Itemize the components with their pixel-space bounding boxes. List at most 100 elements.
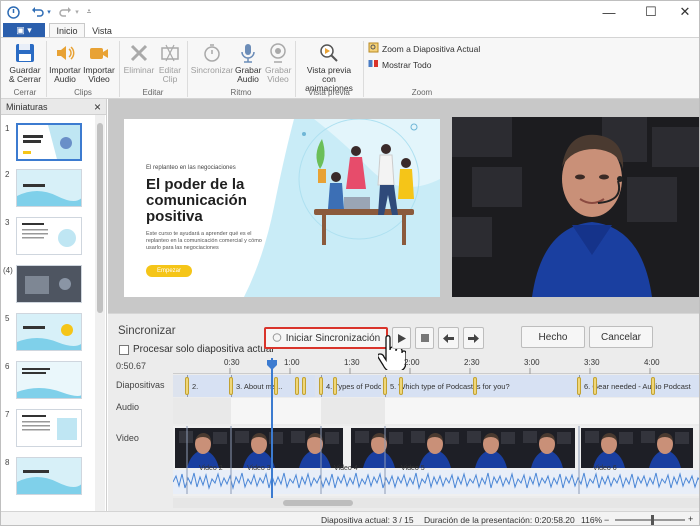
ribbon-tabs: ▣ ▾ Inicio Vista: [1, 23, 699, 38]
thumbnail-number: 1: [5, 124, 10, 133]
save-close-button[interactable]: Guardar & Cerrar: [5, 41, 45, 84]
ruler-tick-label: 1:30: [344, 358, 360, 367]
zoom-slide-icon: [368, 42, 379, 55]
slide-marker[interactable]: [302, 377, 306, 395]
record-audio-button[interactable]: Grabar Audio: [234, 41, 262, 84]
thumbnail-4[interactable]: (4): [3, 262, 95, 308]
scrollbar-thumb[interactable]: [97, 123, 103, 313]
tab-view[interactable]: Vista: [87, 23, 117, 38]
slide-segment[interactable]: 4. Types of Podcast...: [321, 375, 381, 397]
cancel-button[interactable]: Cancelar: [589, 326, 653, 348]
video-preview: [452, 117, 699, 297]
playhead[interactable]: [267, 358, 277, 498]
slide-kicker: El replanteo en las negociaciones: [146, 165, 236, 171]
slide-marker[interactable]: [185, 377, 189, 395]
stop-button[interactable]: [415, 327, 434, 349]
slide-marker[interactable]: [473, 377, 477, 395]
playhead-handle-icon[interactable]: [267, 360, 277, 370]
webcam-icon: [266, 41, 290, 65]
slide-marker[interactable]: [651, 377, 655, 395]
next-button[interactable]: [463, 327, 484, 349]
import-audio-label: Importar Audio: [49, 65, 81, 84]
slide-marker[interactable]: [319, 377, 323, 395]
audio-track: [173, 398, 699, 424]
video-clip-label: Video 5: [401, 465, 425, 472]
slide-title-line1: El poder de la: [146, 176, 245, 193]
zoom-in-icon[interactable]: +: [688, 514, 693, 524]
thumbnail-number: (4): [3, 266, 13, 275]
delete-button[interactable]: Eliminar: [121, 41, 157, 75]
maximize-button[interactable]: ☐: [633, 1, 669, 23]
thumbnail-number: 2: [5, 170, 10, 179]
ruler-tick-label: 1:00: [284, 358, 300, 367]
import-audio-button[interactable]: Importar Audio: [49, 41, 81, 84]
thumbnails-panel: Miniaturas × 1 2 3 (4) 5 6 7 8: [1, 99, 107, 511]
thumbnail-6[interactable]: 6: [3, 358, 95, 404]
undo-icon[interactable]: [29, 4, 45, 20]
slide-thumbnail-image: [16, 265, 82, 303]
redo-icon[interactable]: [57, 4, 73, 20]
slide-marker[interactable]: [274, 377, 278, 395]
import-video-button[interactable]: Importar Video: [82, 41, 116, 84]
thumbnail-1[interactable]: 1: [3, 120, 95, 166]
zoom-slider[interactable]: [615, 515, 685, 525]
timeline-scrollbar-thumb[interactable]: [283, 500, 353, 506]
edit-clip-button[interactable]: Editar Clip: [157, 41, 183, 84]
redo-dropdown-icon[interactable]: ▾: [73, 4, 81, 20]
show-all-button[interactable]: Mostrar Todo: [368, 58, 431, 71]
edit-clip-label: Editar Clip: [158, 65, 182, 84]
thumbnail-2[interactable]: 2: [3, 166, 95, 212]
ruler-tick-label: 2:30: [464, 358, 480, 367]
slide-segment[interactable]: 2.: [187, 375, 231, 397]
ruler-tick-label: 0:30: [224, 358, 240, 367]
save-icon: [13, 41, 37, 65]
thumbnail-5[interactable]: 5: [3, 310, 95, 356]
thumbnail-7[interactable]: 7: [3, 406, 95, 452]
separator: [295, 41, 296, 97]
tab-home[interactable]: Inicio: [49, 23, 85, 38]
timeline-scrollbar[interactable]: [173, 498, 699, 508]
stopwatch-icon: [200, 41, 224, 65]
slide-marker[interactable]: [593, 377, 597, 395]
record-video-label: Grabar Video: [265, 65, 292, 84]
minimize-button[interactable]: —: [591, 1, 627, 23]
show-all-label: Mostrar Todo: [382, 59, 432, 70]
current-time: 0:50.67: [116, 361, 147, 371]
slide-marker[interactable]: [229, 377, 233, 395]
slide-marker[interactable]: [383, 377, 387, 395]
start-sync-button[interactable]: Iniciar Sincronización: [264, 327, 388, 349]
sync-button[interactable]: Sincronizar: [191, 41, 233, 75]
status-current-slide: Diapositiva actual: 3 / 15: [321, 515, 414, 525]
process-current-slide-checkbox[interactable]: Procesar solo diapositiva actual: [119, 344, 274, 355]
thumbnails-scrollbar[interactable]: [95, 115, 105, 511]
ruler-tick-label: 4:00: [644, 358, 660, 367]
status-duration: Duración de la presentación: 0:20:58.20: [424, 515, 575, 525]
slide-title-line2: comunicación: [146, 192, 247, 209]
preview-animations-button[interactable]: Vista previa con animaciones: [298, 41, 360, 93]
slide-marker[interactable]: [399, 377, 403, 395]
record-video-button[interactable]: Grabar Video: [264, 41, 292, 84]
thumbnail-8[interactable]: 8: [3, 454, 95, 500]
customize-icon[interactable]: ⩡: [85, 4, 93, 20]
microphone-icon: [236, 41, 260, 65]
slide-segment[interactable]: 5. Which type of Podcast is for you?: [385, 375, 583, 397]
done-button[interactable]: Hecho: [521, 326, 585, 348]
file-tab[interactable]: ▣ ▾: [3, 23, 45, 38]
undo-dropdown-icon[interactable]: ▾: [45, 4, 53, 20]
play-button[interactable]: [392, 327, 411, 349]
zoom-out-icon[interactable]: −: [604, 515, 609, 525]
close-button[interactable]: ✕: [667, 1, 699, 23]
checkbox-box[interactable]: [119, 344, 129, 355]
thumbnail-3[interactable]: 3: [3, 214, 95, 260]
slide-marker[interactable]: [295, 377, 299, 395]
previous-button[interactable]: [438, 327, 459, 349]
slide-marker[interactable]: [577, 377, 581, 395]
close-icon[interactable]: ×: [94, 100, 101, 114]
preview-stage: El replanteo en las negociaciones El pod…: [108, 99, 699, 313]
zoom-slider-thumb[interactable]: [651, 515, 654, 525]
zoom-slide-button[interactable]: Zoom a Diapositiva Actual: [368, 42, 480, 55]
slide-segment[interactable]: 6. Gear needed - Audio Podcast: [579, 375, 699, 397]
timeline-ruler[interactable]: 0:30 1:00 1:30 2:00 2:30 3:00 3:30 4:00: [173, 358, 699, 374]
magnifier-play-icon: [317, 41, 341, 65]
slide-marker[interactable]: [333, 377, 337, 395]
